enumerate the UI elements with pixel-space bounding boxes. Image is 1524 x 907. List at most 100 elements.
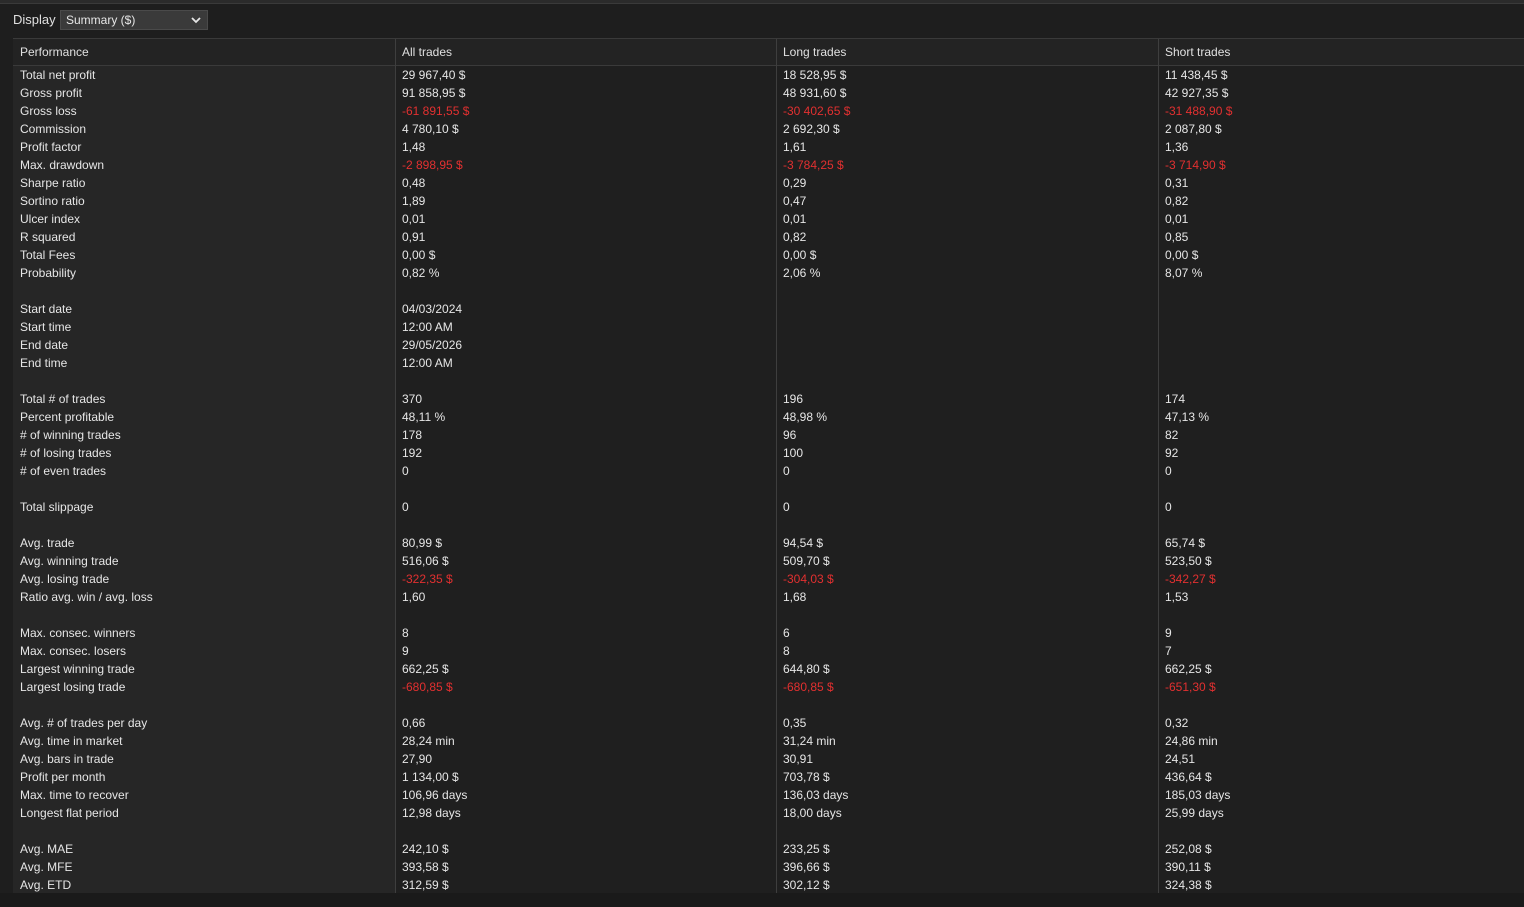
table-row: Total slippage 0 0 0	[13, 498, 1524, 516]
all-trades-value: 0,91	[402, 230, 426, 244]
all-trades-value: 12:00 AM	[402, 320, 453, 334]
grid-header: Performance All trades Long trades Short…	[13, 39, 1524, 66]
all-trades-value: 0,66	[402, 716, 426, 730]
long-trades-value: 0,01	[783, 212, 807, 226]
table-row: Total net profit 29 967,40 $ 18 528,95 $ 11…	[13, 66, 1524, 84]
table-row: Start time 12:00 AM	[13, 318, 1524, 336]
long-trades-value: 96	[783, 428, 797, 442]
all-trades-value: 312,59 $	[402, 878, 449, 892]
table-row: End date 29/05/2026	[13, 336, 1524, 354]
short-trades-value: 185,03 days	[1165, 788, 1231, 802]
table-row: Max. time to recover 106,96 days 136,03 da…	[13, 786, 1524, 804]
short-trades-value: 11 438,45 $	[1165, 68, 1228, 82]
all-trades-value: 0,48	[402, 176, 426, 190]
short-trades-value: 0	[1165, 464, 1172, 478]
row-label: R squared	[20, 230, 76, 244]
short-trades-value: 523,50 $	[1165, 554, 1212, 568]
table-row: Max. drawdown -2 898,95 $ -3 784,25 $ -3 71…	[13, 156, 1524, 174]
header-long-trades[interactable]: Long trades	[783, 45, 846, 59]
row-label: Avg. trade	[20, 536, 75, 550]
all-trades-value: 662,25 $	[402, 662, 449, 676]
table-row	[13, 516, 1524, 534]
row-label: Max. consec. winners	[20, 626, 136, 640]
long-trades-value: 2 692,30 $	[783, 122, 840, 136]
short-trades-value: 324,38 $	[1165, 878, 1212, 892]
short-trades-value: -342,27 $	[1165, 572, 1216, 586]
all-trades-value: 4 780,10 $	[402, 122, 459, 136]
long-trades-value: 509,70 $	[783, 554, 830, 568]
table-row: Profit factor 1,48 1,61 1,36	[13, 138, 1524, 156]
all-trades-value: 0,82 %	[402, 266, 440, 280]
long-trades-value: 302,12 $	[783, 878, 830, 892]
table-row: Start date 04/03/2024	[13, 300, 1524, 318]
row-label: Start date	[20, 302, 73, 316]
all-trades-value: 80,99 $	[402, 536, 443, 550]
short-trades-value: 0,32	[1165, 716, 1189, 730]
short-trades-value: 24,86 min	[1165, 734, 1218, 748]
all-trades-value: -680,85 $	[402, 680, 453, 694]
table-row: Max. consec. losers 9 8 7	[13, 642, 1524, 660]
table-row: Ulcer index 0,01 0,01 0,01	[13, 210, 1524, 228]
table-row: Gross profit 91 858,95 $ 48 931,60 $ 42 927…	[13, 84, 1524, 102]
short-trades-value: 0	[1165, 500, 1172, 514]
row-label: # of even trades	[20, 464, 107, 478]
short-trades-value: 174	[1165, 392, 1186, 406]
table-row: # of losing trades 192 100 92	[13, 444, 1524, 462]
short-trades-value: 0,00 $	[1165, 248, 1199, 262]
header-performance[interactable]: Performance	[20, 45, 89, 59]
row-label: Total net profit	[20, 68, 96, 82]
long-trades-value: 1,68	[783, 590, 807, 604]
window-top-border	[0, 0, 1524, 4]
row-label: Avg. MAE	[20, 842, 74, 856]
all-trades-value: 12:00 AM	[402, 356, 453, 370]
header-all-trades[interactable]: All trades	[402, 45, 452, 59]
row-label: Total # of trades	[20, 392, 106, 406]
all-trades-value: 178	[402, 428, 423, 442]
row-label: Ulcer index	[20, 212, 81, 226]
short-trades-value: 2 087,80 $	[1165, 122, 1222, 136]
table-row: Sortino ratio 1,89 0,47 0,82	[13, 192, 1524, 210]
row-label: Max. time to recover	[20, 788, 129, 802]
table-row: Avg. losing trade -322,35 $ -304,03 $ -342,…	[13, 570, 1524, 588]
row-label: Commission	[20, 122, 87, 136]
all-trades-value: 370	[402, 392, 423, 406]
all-trades-value: 1 134,00 $	[402, 770, 459, 784]
long-trades-value: 2,06 %	[783, 266, 821, 280]
short-trades-value: 82	[1165, 428, 1179, 442]
long-trades-value: 94,54 $	[783, 536, 824, 550]
row-label: Avg. losing trade	[20, 572, 110, 586]
long-trades-value: -30 402,65 $	[783, 104, 851, 118]
row-label: Start time	[20, 320, 72, 334]
row-label: Avg. time in market	[20, 734, 123, 748]
row-label: Max. drawdown	[20, 158, 105, 172]
display-select[interactable]: Summary ($)	[60, 10, 208, 30]
row-label: Profit per month	[20, 770, 106, 784]
row-label: Gross loss	[20, 104, 77, 118]
short-trades-value: 0,85	[1165, 230, 1189, 244]
short-trades-value: 42 927,35 $	[1165, 86, 1229, 100]
all-trades-value: -2 898,95 $	[402, 158, 463, 172]
all-trades-value: 48,11 %	[402, 410, 446, 424]
all-trades-value: 8	[402, 626, 409, 640]
long-trades-value: 396,66 $	[783, 860, 830, 874]
row-label: Percent profitable	[20, 410, 115, 424]
short-trades-value: 1,36	[1165, 140, 1189, 154]
header-short-trades[interactable]: Short trades	[1165, 45, 1230, 59]
short-trades-value: 24,51	[1165, 752, 1196, 766]
table-row: Largest winning trade 662,25 $ 644,80 $ 662…	[13, 660, 1524, 678]
all-trades-value: 0,00 $	[402, 248, 436, 262]
short-trades-value: 65,74 $	[1165, 536, 1206, 550]
all-trades-value: 0	[402, 464, 409, 478]
bottom-strip	[0, 893, 1524, 907]
long-trades-value: -304,03 $	[783, 572, 834, 586]
all-trades-value: 1,89	[402, 194, 426, 208]
all-trades-value: 28,24 min	[402, 734, 455, 748]
long-trades-value: 18,00 days	[783, 806, 842, 820]
short-trades-value: 7	[1165, 644, 1172, 658]
long-trades-value: 0,47	[783, 194, 807, 208]
all-trades-value: 192	[402, 446, 423, 460]
long-trades-value: 48,98 %	[783, 410, 828, 424]
table-row	[13, 282, 1524, 300]
row-label: Avg. winning trade	[20, 554, 119, 568]
row-label: Probability	[20, 266, 77, 280]
